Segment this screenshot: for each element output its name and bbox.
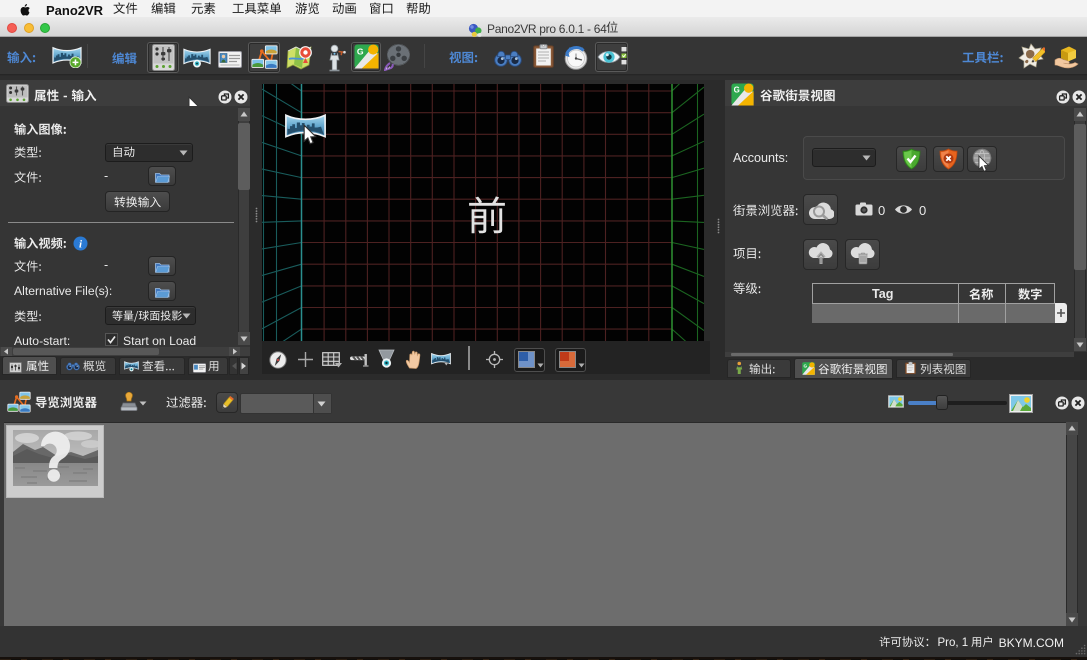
- svg-text:G: G: [356, 47, 363, 57]
- svg-text:G: G: [734, 86, 740, 95]
- svg-text:G: G: [804, 364, 808, 369]
